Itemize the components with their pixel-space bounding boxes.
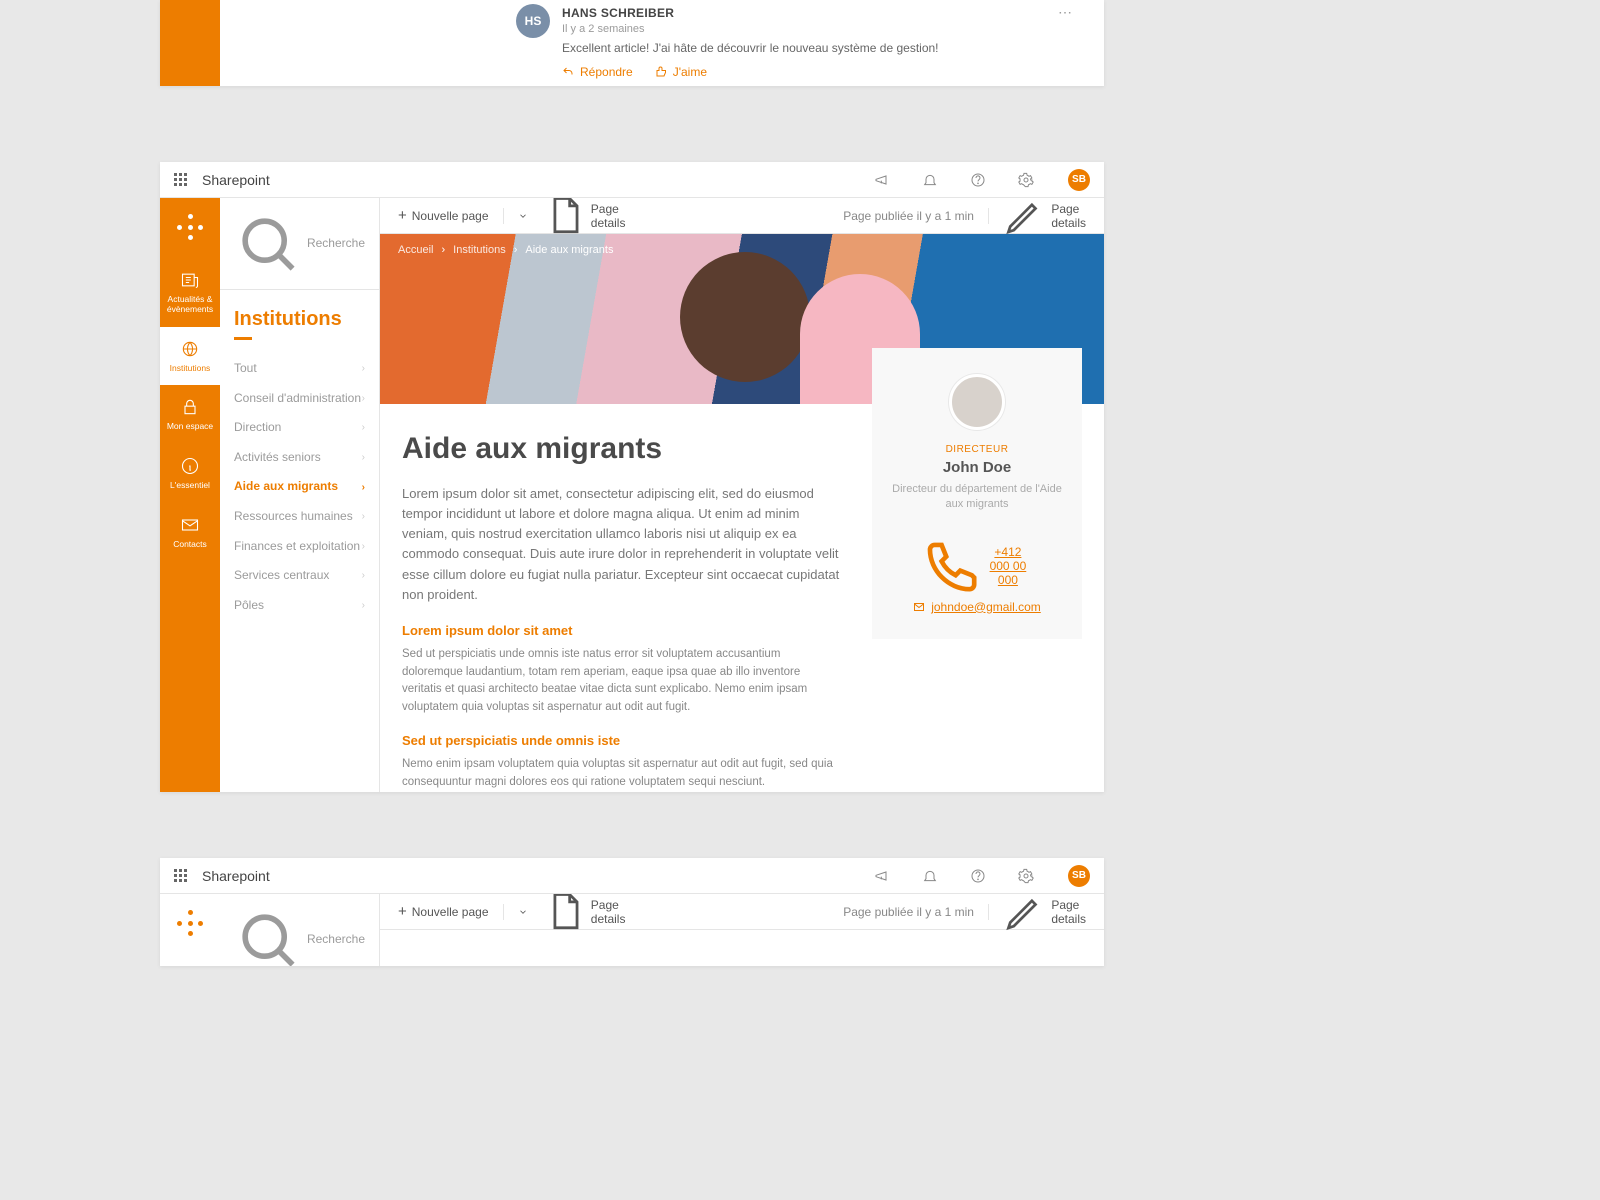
article-paragraph: Nemo enim ipsam voluptatem quia voluptas… [402, 756, 842, 792]
page-details-button[interactable]: Page details [542, 198, 626, 238]
subnav-item[interactable]: Activités seniors› [220, 443, 379, 473]
megaphone-icon[interactable] [874, 172, 890, 188]
page-title: Aide aux migrants [402, 432, 842, 466]
subnav-item[interactable]: Aide aux migrants› [220, 472, 379, 502]
mail-icon [180, 515, 200, 535]
settings-icon[interactable] [1018, 868, 1034, 884]
subnav-item[interactable]: Conseil d'administration› [220, 384, 379, 414]
app-launcher-icon[interactable] [174, 173, 188, 187]
new-page-dropdown[interactable] [518, 211, 528, 221]
new-page-button[interactable]: +Nouvelle page [398, 207, 489, 224]
publish-status: Page publiée il y a 1 min [843, 209, 974, 223]
comment-menu[interactable]: ⋯ [1058, 4, 1074, 21]
info-icon [180, 456, 200, 476]
app-title: Sharepoint [202, 172, 270, 188]
rail-item-institutions[interactable]: Institutions [160, 327, 220, 386]
page-details-button[interactable]: Page details [542, 894, 626, 934]
contact-desc: Directeur du département de l'Aide aux m… [890, 482, 1064, 513]
subnav-item[interactable]: Tout› [220, 354, 379, 384]
page-icon [542, 198, 586, 238]
breadcrumb-current: Aide aux migrants [525, 244, 613, 256]
rail-item-space[interactable]: Mon espace [160, 385, 220, 444]
article-paragraph: Sed ut perspiciatis unde omnis iste natu… [402, 646, 842, 717]
subnav-title: Institutions [220, 290, 379, 337]
edit-page-details-button[interactable]: Page details [1003, 198, 1086, 237]
suite-bar: Sharepoint SB [160, 162, 1104, 198]
chevron-down-icon [518, 211, 528, 221]
rail-item-news[interactable]: Actualités & évènements [160, 258, 220, 327]
new-page-dropdown[interactable] [518, 907, 528, 917]
pencil-icon [1003, 198, 1046, 237]
chevron-down-icon [518, 907, 528, 917]
reply-button[interactable]: Répondre [562, 65, 633, 79]
bell-icon[interactable] [922, 172, 938, 188]
sub-nav: Recherche Institutions Tout›Conseil d'ad… [220, 198, 380, 792]
article: Aide aux migrants Lorem ipsum dolor sit … [402, 432, 842, 792]
help-icon[interactable] [970, 172, 986, 188]
subnav-item[interactable]: Pôles› [220, 591, 379, 621]
nav-rail: Actualités & évènements Institutions Mon… [160, 198, 220, 792]
contact-name: John Doe [890, 459, 1064, 476]
breadcrumb: Accueil› Institutions› Aide aux migrants [398, 244, 613, 256]
comment-time: Il y a 2 semaines [562, 23, 1074, 35]
like-button[interactable]: J'aime [655, 65, 707, 79]
pencil-icon [1003, 894, 1046, 933]
article-subheading: Lorem ipsum dolor sit amet [402, 623, 842, 638]
subnav-item[interactable]: Direction› [220, 413, 379, 443]
search-input[interactable]: Recherche [220, 894, 379, 966]
bell-icon[interactable] [922, 868, 938, 884]
page-toolbar: +Nouvelle page Page details Page publiée… [380, 894, 1104, 930]
page-icon [542, 894, 586, 934]
sidebar-stub [160, 0, 220, 86]
phone-icon [923, 538, 979, 594]
contact-card: DIRECTEUR John Doe Directeur du départem… [872, 348, 1082, 639]
email-icon [913, 601, 925, 613]
lock-icon [180, 397, 200, 417]
new-page-button[interactable]: +Nouvelle page [398, 903, 489, 920]
user-badge[interactable]: SB [1068, 169, 1090, 191]
app-title: Sharepoint [202, 868, 270, 884]
globe-icon [180, 339, 200, 359]
breadcrumb-item[interactable]: Institutions [453, 244, 506, 256]
subnav-item[interactable]: Ressources humaines› [220, 502, 379, 532]
site-logo[interactable] [177, 910, 203, 936]
contact-phone-link[interactable]: +412 000 00 000 [923, 538, 1031, 594]
rail-item-contacts[interactable]: Contacts [160, 503, 220, 562]
user-badge[interactable]: SB [1068, 865, 1090, 887]
commenter-avatar[interactable]: HS [516, 4, 550, 38]
subnav-item[interactable]: Services centraux› [220, 561, 379, 591]
rail-item-essential[interactable]: L'essentiel [160, 444, 220, 503]
help-icon[interactable] [970, 868, 986, 884]
site-logo[interactable] [177, 214, 203, 240]
edit-page-details-button[interactable]: Page details [1003, 894, 1086, 933]
contact-role: DIRECTEUR [890, 444, 1064, 455]
breadcrumb-item[interactable]: Accueil [398, 244, 433, 256]
news-icon [180, 270, 200, 290]
page-toolbar: +Nouvelle page Page details Page publiée… [380, 198, 1104, 234]
contact-avatar [949, 374, 1005, 430]
app-launcher-icon[interactable] [174, 869, 188, 883]
search-input[interactable]: Recherche [220, 198, 379, 290]
megaphone-icon[interactable] [874, 868, 890, 884]
commenter-name: HANS SCHREIBER [562, 6, 674, 20]
title-underline [234, 337, 252, 340]
search-icon [234, 906, 301, 966]
comment-text: Excellent article! J'ai hâte de découvri… [562, 41, 1074, 55]
settings-icon[interactable] [1018, 172, 1034, 188]
search-icon [234, 210, 301, 277]
article-lead: Lorem ipsum dolor sit amet, consectetur … [402, 484, 842, 605]
contact-email-link[interactable]: johndoe@gmail.com [913, 600, 1041, 614]
suite-bar: Sharepoint SB [160, 858, 1104, 894]
article-subheading: Sed ut perspiciatis unde omnis iste [402, 733, 842, 748]
comment: HS HANS SCHREIBER ⋯ Il y a 2 semaines Ex… [516, 4, 1074, 79]
publish-status: Page publiée il y a 1 min [843, 905, 974, 919]
subnav-item[interactable]: Finances et exploitation› [220, 532, 379, 562]
